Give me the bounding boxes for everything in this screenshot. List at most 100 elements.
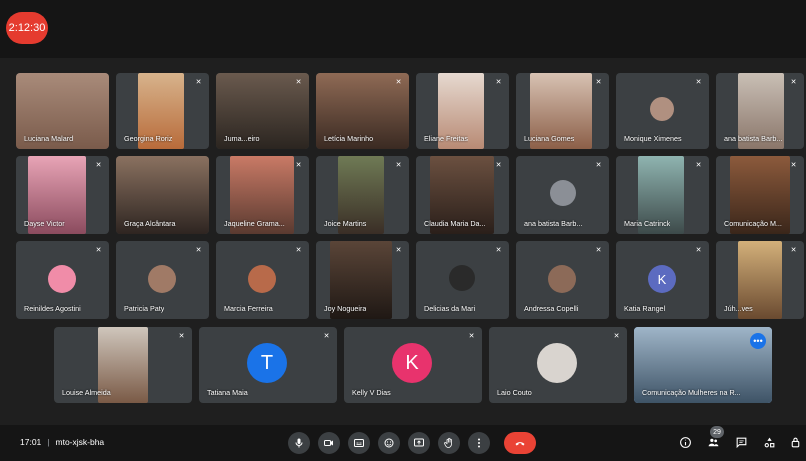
participant-name: Kelly V Dias (352, 388, 391, 397)
participant-tile[interactable]: ✕ Joice Martins (316, 156, 409, 234)
meeting-code: mto-xjsk-bha (55, 437, 105, 447)
participant-tile-active[interactable]: ••• Comunicação Mulheres na R... (634, 327, 772, 403)
more-options-icon[interactable]: ••• (750, 333, 766, 349)
meet-screen: 2:12:30 Luciana Malard ✕ Georgina Roriz … (0, 0, 806, 461)
mic-off-icon: ✕ (295, 162, 302, 169)
participant-name: Júh...ves (724, 304, 753, 313)
host-controls-icon (791, 437, 799, 447)
camera-button[interactable] (318, 432, 340, 454)
participant-name: Jaqueline Grama... (224, 219, 285, 228)
participant-name: Graça Alcântara (124, 219, 176, 228)
participant-tile[interactable]: ✕ ana batista Barb... (716, 73, 804, 149)
more-options-button[interactable] (468, 432, 490, 454)
participant-tile[interactable]: ✕ Marcia Ferreira (216, 241, 309, 319)
participant-photo (48, 265, 76, 293)
participant-tile[interactable]: Luciana Malard (16, 73, 109, 149)
participant-tile[interactable]: ✕ Dayse Victor (16, 156, 109, 234)
participant-tile[interactable]: ✕ Luciana Gomes (516, 73, 609, 149)
host-controls-button[interactable] (788, 435, 802, 449)
info-icon (679, 436, 691, 448)
mic-off-icon: ✕ (95, 162, 102, 169)
mic-off-icon: ✕ (195, 79, 202, 86)
leave-call-button[interactable] (504, 432, 536, 454)
participant-tile[interactable]: ✕ Laio Couto (489, 327, 627, 403)
mic-off-icon: ✕ (495, 79, 502, 86)
recording-timer: 2:12:30 (6, 12, 48, 44)
mic-off-icon: ✕ (195, 247, 202, 254)
participant-tile[interactable]: K ✕ Katia Rangel (616, 241, 709, 319)
participant-tile[interactable]: T ✕ Tatiana Maia (199, 327, 337, 403)
participant-tile[interactable]: ✕ Juma...eiro (216, 73, 309, 149)
participant-tile[interactable]: ✕ Louise Almeida (54, 327, 192, 403)
participant-name: Marcia Ferreira (224, 304, 273, 313)
meeting-info: 17:01 | mto-xjsk-bha (20, 437, 105, 447)
raise-hand-icon (444, 437, 452, 448)
activities-button[interactable] (762, 435, 776, 449)
participant-tile[interactable]: ✕ Comunicação M... (716, 156, 804, 234)
participant-tile[interactable]: ✕ Delicias da Mari (416, 241, 509, 319)
bottom-control-bar: 17:01 | mto-xjsk-bha 29 (0, 425, 806, 461)
participant-tile[interactable]: ✕ Joy Nogueira (316, 241, 409, 319)
emoji-button[interactable] (378, 432, 400, 454)
mic-off-icon: ✕ (395, 162, 402, 169)
participant-tile[interactable]: K ✕ Kelly V Dias (344, 327, 482, 403)
participant-photo (449, 265, 475, 291)
mic-off-icon: ✕ (695, 247, 702, 254)
participant-photo (548, 265, 576, 293)
participant-name: Joice Martins (324, 219, 367, 228)
mic-off-icon: ✕ (595, 162, 602, 169)
captions-button[interactable] (348, 432, 370, 454)
participant-tile[interactable]: ✕ Eliane Freitas (416, 73, 509, 149)
participant-name: Letícia Marinho (324, 134, 374, 143)
mic-off-icon: ✕ (323, 333, 330, 340)
participant-tile[interactable]: ✕ Maria Catrinck (616, 156, 709, 234)
participant-name: Patricia Paty (124, 304, 165, 313)
participant-name: Delicias da Mari (424, 304, 476, 313)
top-strip: 2:12:30 (0, 0, 806, 58)
participant-tile[interactable]: ✕ Patricia Paty (116, 241, 209, 319)
participant-name: Joy Nogueira (324, 304, 367, 313)
participant-name: Dayse Victor (24, 219, 65, 228)
participant-name: Luciana Gomes (524, 134, 575, 143)
participant-name: Tatiana Maia (207, 388, 248, 397)
participant-tile[interactable]: ✕ Georgina Roriz (116, 73, 209, 149)
mic-off-icon: ✕ (790, 247, 797, 254)
chat-icon (736, 437, 746, 448)
participant-name: Louise Almeida (62, 388, 111, 397)
mic-off-icon: ✕ (295, 247, 302, 254)
mic-off-icon: ✕ (695, 162, 702, 169)
present-button[interactable] (408, 432, 430, 454)
participant-avatar: K (648, 265, 676, 293)
participant-name: Claudia Maria Da... (424, 219, 486, 228)
chat-button[interactable] (734, 435, 748, 449)
activities-icon (764, 437, 774, 447)
mic-off-icon: ✕ (495, 247, 502, 254)
participant-photo (537, 343, 577, 383)
mic-off-icon: ✕ (595, 247, 602, 254)
participant-tile[interactable]: ✕ ana batista Barb... (516, 156, 609, 234)
participant-tile[interactable]: ✕ Letícia Marinho (316, 73, 409, 149)
mic-off-icon: ✕ (613, 333, 620, 340)
participant-photo (550, 180, 576, 206)
hangup-icon (515, 442, 525, 446)
people-count-badge: 29 (710, 426, 724, 438)
participant-tile[interactable]: Graça Alcântara (116, 156, 209, 234)
participant-photo (248, 265, 276, 293)
mic-button[interactable] (288, 432, 310, 454)
participant-avatar: K (392, 343, 432, 383)
mic-icon (295, 438, 303, 448)
participant-tile[interactable]: ✕ Andressa Copelli (516, 241, 609, 319)
raise-hand-button[interactable] (438, 432, 460, 454)
participant-tile[interactable]: ✕ Monique Ximenes (616, 73, 709, 149)
participant-tile[interactable]: ✕ Jaqueline Grama... (216, 156, 309, 234)
participant-name: Andressa Copelli (524, 304, 579, 313)
participant-tile[interactable]: ✕ Reinildes Agostini (16, 241, 109, 319)
participant-tile[interactable]: ✕ Júh...ves (716, 241, 804, 319)
participant-tile[interactable]: ✕ Claudia Maria Da... (416, 156, 509, 234)
mic-off-icon: ✕ (790, 79, 797, 86)
participant-avatar: T (247, 343, 287, 383)
more-icon (478, 438, 480, 448)
meeting-details-button[interactable] (678, 435, 692, 449)
participant-photo (650, 97, 674, 121)
captions-icon (354, 439, 364, 447)
